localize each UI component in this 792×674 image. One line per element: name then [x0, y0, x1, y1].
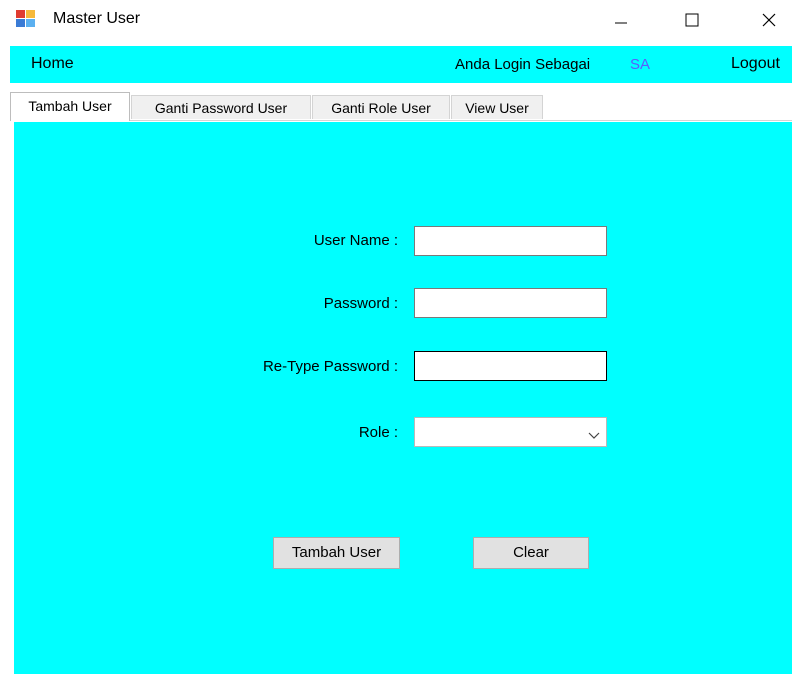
username-label: User Name :: [313, 232, 398, 249]
tab-ganti-role-user[interactable]: Ganti Role User: [312, 95, 450, 119]
maximize-button[interactable]: [669, 0, 715, 40]
login-label: Anda Login Sebagai: [455, 56, 591, 73]
clear-button[interactable]: Clear: [473, 537, 589, 569]
retype-password-label: Re-Type Password :: [262, 358, 398, 375]
tambah-user-button[interactable]: Tambah User: [273, 537, 400, 569]
tab-strip: Tambah User Ganti Password User Ganti Ro…: [10, 92, 792, 122]
password-label: Password :: [323, 295, 398, 312]
app-form-icon: [16, 10, 36, 28]
role-dropdown[interactable]: [414, 417, 607, 447]
tab-view-user[interactable]: View User: [451, 95, 543, 119]
username-field[interactable]: [414, 226, 607, 256]
close-icon: [762, 13, 776, 27]
role-label: Role :: [358, 424, 398, 441]
minimize-icon: [615, 22, 627, 24]
tab-tambah-user[interactable]: Tambah User: [10, 92, 130, 121]
menu-item-logout[interactable]: Logout: [731, 55, 780, 73]
maximize-icon: [685, 13, 699, 27]
password-field[interactable]: [414, 288, 607, 318]
login-user-name: SA: [630, 56, 651, 73]
title-bar: Master User: [0, 0, 792, 40]
menu-bar: Home Anda Login Sebagai SA Logout: [10, 46, 792, 83]
window-title: Master User: [53, 10, 141, 27]
retype-password-field[interactable]: [414, 351, 607, 381]
menu-item-home[interactable]: Home: [31, 55, 74, 73]
tab-page-tambah-user: User Name : Password : Re-Type Password …: [14, 122, 792, 674]
minimize-button[interactable]: [598, 0, 644, 40]
chevron-down-icon: [588, 427, 600, 444]
tab-ganti-password-user[interactable]: Ganti Password User: [131, 95, 311, 119]
close-button[interactable]: [746, 0, 792, 40]
